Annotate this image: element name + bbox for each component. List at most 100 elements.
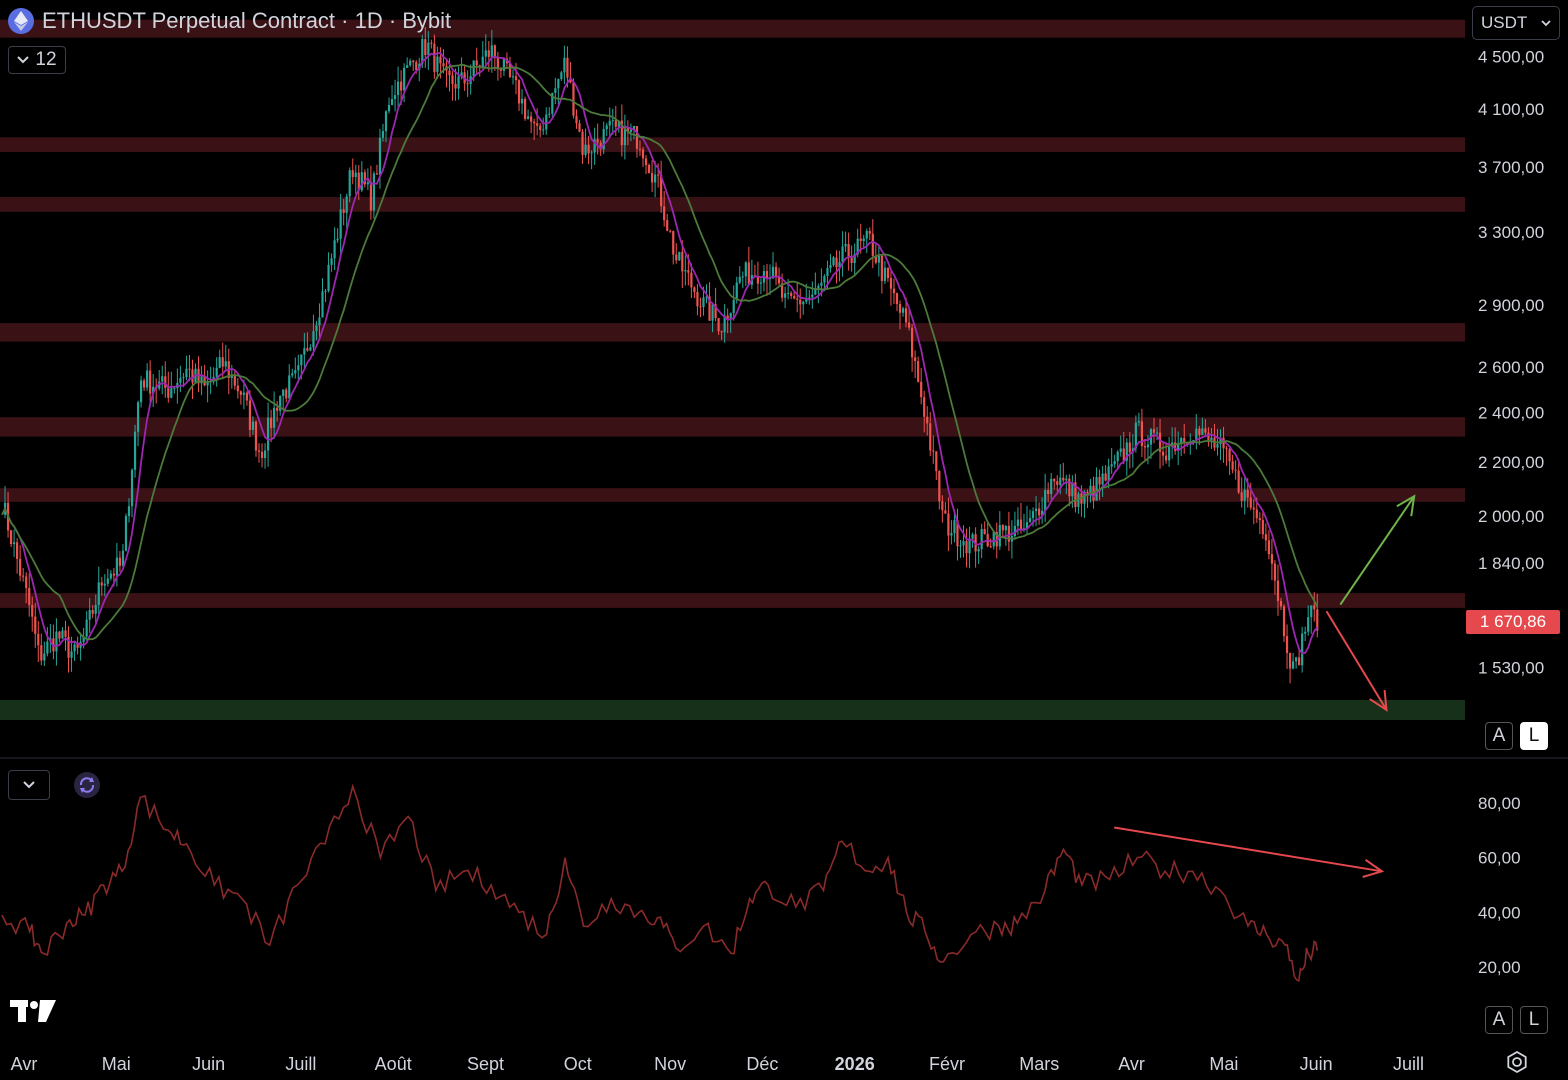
chevron-down-icon (23, 781, 35, 789)
resistance-zone-6 (0, 593, 1465, 608)
candle-body (185, 368, 188, 378)
price-axis-label: 3 700,00 (1478, 158, 1544, 177)
candle-body (254, 421, 258, 451)
candle-body (130, 469, 134, 507)
candle-body (1264, 534, 1267, 541)
candle-body (950, 533, 953, 536)
candle-body (1089, 485, 1092, 493)
candle-body (25, 576, 28, 589)
candle-body (1246, 489, 1249, 498)
candle-body (1095, 476, 1098, 501)
candle-body (400, 81, 403, 91)
settings-icon[interactable] (1505, 1050, 1529, 1074)
candle-body (1034, 508, 1038, 512)
resistance-zone-1 (0, 137, 1465, 153)
candle-body (354, 172, 357, 178)
candle-body (1261, 520, 1264, 535)
candle-body (859, 238, 862, 242)
candle-body (947, 513, 950, 536)
candle-body (378, 137, 382, 175)
candle-body (273, 407, 276, 428)
rsi-axis-label: 40,00 (1478, 903, 1521, 922)
time-axis-label: Déc (746, 1054, 778, 1074)
candle-body (880, 255, 883, 281)
candle-body (799, 299, 802, 305)
candle-body (1285, 636, 1289, 653)
candle-body (103, 583, 106, 586)
candle-body (1050, 478, 1053, 494)
candle-body (944, 510, 947, 514)
chevron-down-icon (17, 56, 30, 64)
currency-selector[interactable]: USDT (1472, 6, 1560, 40)
rsi-collapse-button[interactable] (8, 770, 50, 800)
candle-body (1128, 442, 1131, 453)
candle-body (433, 43, 436, 72)
candle-body (1204, 428, 1207, 433)
candle-body (324, 290, 327, 292)
candle-body (847, 244, 850, 258)
chart-canvas[interactable]: 4 500,00 4 100,00 3 700,00 3 300,00 2 900,00… (0, 0, 1568, 1080)
candle-body (938, 471, 941, 502)
candle-body (929, 423, 932, 451)
candle-body (415, 62, 418, 70)
candle-body (829, 265, 832, 269)
candle-body (1168, 446, 1171, 461)
candle-body (191, 369, 194, 383)
time-axis-label: Avr (11, 1054, 38, 1074)
candle-body (638, 148, 642, 150)
candle-body (850, 257, 853, 264)
candle-body (898, 303, 902, 313)
candle-body (97, 582, 100, 605)
indicators-toggle-button[interactable]: 12 (8, 46, 66, 74)
candle-body (85, 619, 88, 637)
auto-scale-button[interactable]: A (1485, 722, 1513, 750)
candle-body (980, 529, 983, 550)
candle-body (587, 144, 590, 154)
candle-body (889, 278, 893, 289)
candle-body (744, 262, 747, 277)
candle-body (1207, 432, 1210, 441)
candle-body (76, 644, 79, 648)
candle-body (641, 149, 645, 159)
candle-body (1310, 605, 1313, 618)
candle-body (31, 604, 34, 617)
candle-body (590, 152, 593, 154)
candle-body (1110, 464, 1113, 467)
candle-body (911, 327, 914, 358)
candle-body (968, 538, 971, 554)
candle-body (496, 57, 499, 69)
candle-body (901, 308, 905, 313)
price-axis-label: 2 900,00 (1478, 296, 1544, 315)
rsi-log-scale-button[interactable]: L (1520, 1006, 1548, 1034)
candle-body (109, 573, 112, 579)
candle-body (215, 367, 218, 377)
candle-body (133, 431, 137, 470)
candle-body (1270, 554, 1274, 564)
candle-body (487, 50, 490, 57)
candle-body (300, 354, 303, 366)
candle-body (696, 292, 699, 307)
candle-body (608, 120, 611, 126)
time-axis-label: Mai (102, 1054, 131, 1074)
symbol-header: ETHUSDT Perpetual Contract · 1D · Bybit (8, 8, 451, 34)
candle-body (953, 520, 956, 534)
candle-body (796, 298, 799, 300)
candle-body (91, 609, 94, 614)
candle-body (959, 545, 962, 547)
candle-body (684, 270, 687, 272)
rsi-auto-scale-button[interactable]: A (1485, 1006, 1513, 1034)
rsi-axis-label: 60,00 (1478, 849, 1521, 868)
candle-body (1155, 432, 1159, 434)
log-scale-button[interactable]: L (1520, 722, 1548, 750)
candle-body (1282, 606, 1286, 637)
candle-body (1161, 451, 1165, 456)
candle-body (149, 370, 152, 394)
candle-body (862, 238, 865, 242)
time-axis-label: Sept (467, 1054, 504, 1074)
sync-icon[interactable] (74, 772, 100, 798)
candle-body (741, 276, 744, 278)
price-axis-label: 2 200,00 (1478, 453, 1544, 472)
candle-body (164, 376, 167, 388)
time-axis-label: Mai (1209, 1054, 1238, 1074)
rsi-axis-label: 80,00 (1478, 794, 1521, 813)
